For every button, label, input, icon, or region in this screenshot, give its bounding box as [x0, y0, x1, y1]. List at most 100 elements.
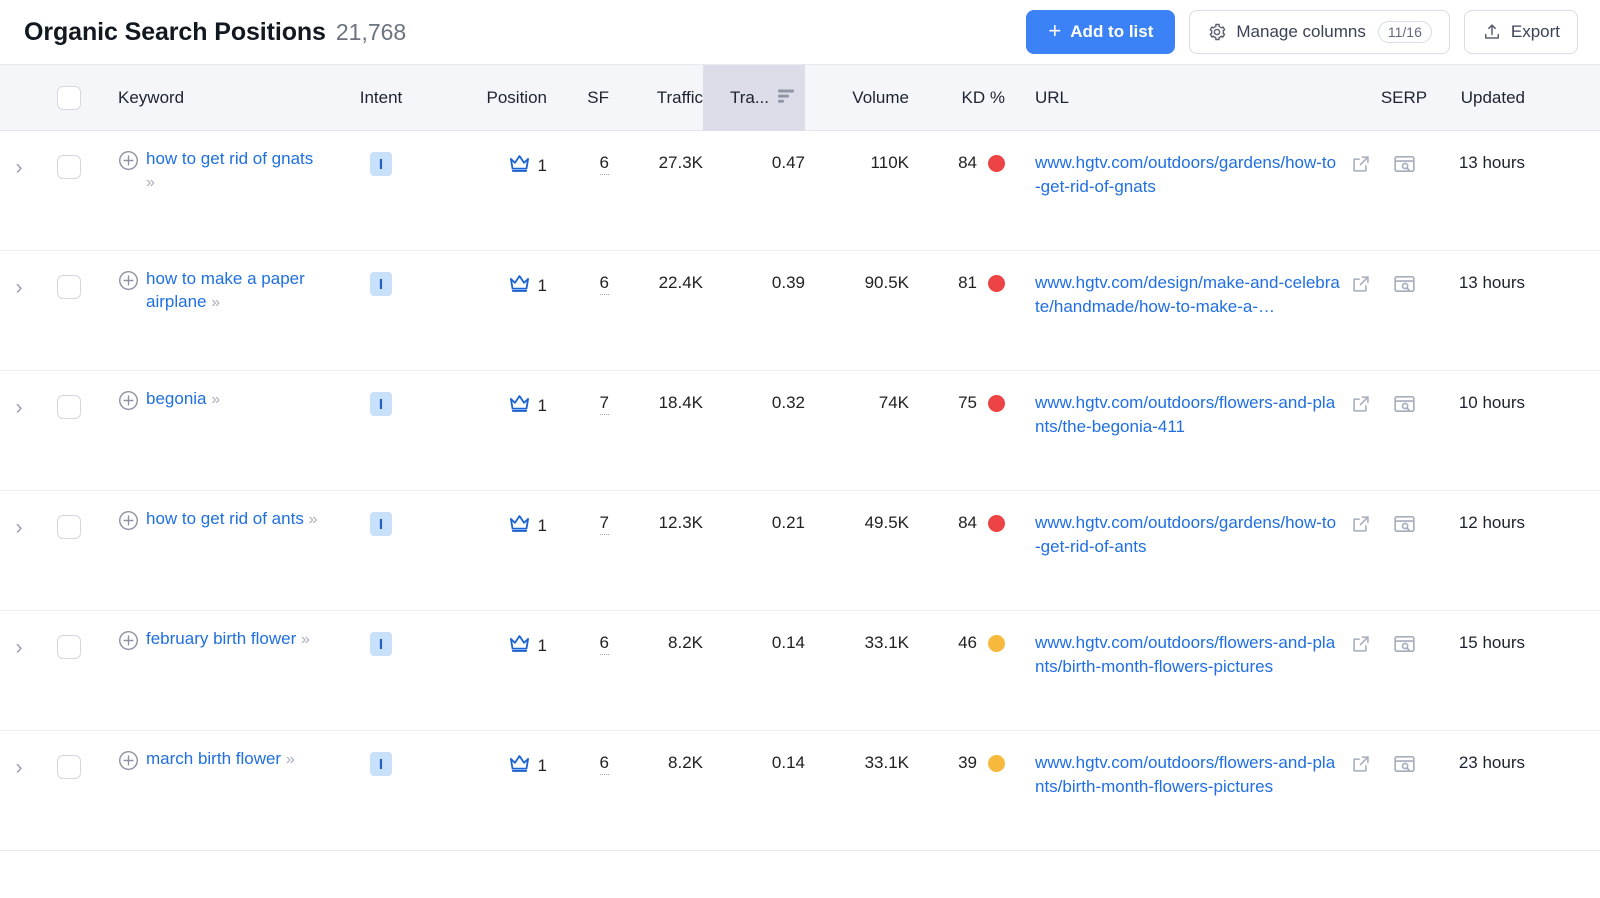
sf-value[interactable]: 7 — [599, 513, 609, 535]
url-link[interactable]: www.hgtv.com/design/make-and-celebrate/h… — [1035, 271, 1341, 319]
column-header-updated[interactable]: Updated — [1437, 88, 1545, 108]
keyword-link[interactable]: how to get rid of gnats — [146, 149, 313, 168]
kd-cell: 75 — [909, 387, 1021, 490]
row-select-cell — [38, 147, 100, 250]
intent-badge[interactable]: I — [370, 512, 392, 536]
external-link-icon[interactable] — [1351, 274, 1371, 299]
intent-badge[interactable]: I — [370, 752, 392, 776]
url-link[interactable]: www.hgtv.com/outdoors/flowers-and-plants… — [1035, 751, 1341, 799]
keyword-details-icon[interactable]: » — [211, 294, 220, 311]
keyword-link[interactable]: how to make a paper airplane — [146, 269, 305, 311]
row-checkbox[interactable] — [57, 515, 81, 539]
traffic-value: 22.4K — [658, 273, 703, 292]
external-link-icon[interactable] — [1351, 754, 1371, 779]
table-row[interactable]: › how to make a paper airplane » I 1 6 2… — [0, 251, 1600, 371]
keyword-link[interactable]: begonia — [146, 389, 207, 408]
volume-cell: 90.5K — [805, 267, 909, 370]
add-to-list-button[interactable]: + Add to list — [1026, 10, 1176, 54]
sf-value[interactable]: 6 — [599, 633, 609, 655]
keyword-details-icon[interactable]: » — [309, 511, 318, 528]
column-header-serp[interactable]: SERP — [1371, 88, 1437, 108]
intent-badge[interactable]: I — [370, 392, 392, 416]
volume-value: 90.5K — [864, 273, 909, 292]
expand-row-icon[interactable]: › — [16, 637, 23, 730]
column-header-kd[interactable]: KD % — [909, 88, 1021, 108]
export-button[interactable]: Export — [1463, 10, 1578, 54]
view-serp-icon[interactable] — [1393, 634, 1416, 730]
view-serp-icon[interactable] — [1393, 754, 1416, 850]
column-header-keyword[interactable]: Keyword — [100, 88, 320, 108]
traffic-percent-value: 0.14 — [771, 633, 805, 652]
keyword-details-icon[interactable]: » — [286, 751, 295, 768]
results-count: 21,768 — [335, 18, 407, 45]
url-link[interactable]: www.hgtv.com/outdoors/flowers-and-plants… — [1035, 631, 1341, 679]
table-row[interactable]: › february birth flower » I 1 6 8.2K 0.1… — [0, 611, 1600, 731]
updated-value: 13 hours — [1458, 273, 1525, 292]
expand-row-icon[interactable]: › — [16, 277, 23, 370]
traffic-percent-value: 0.14 — [771, 753, 805, 772]
add-keyword-icon[interactable] — [118, 630, 139, 651]
column-header-intent[interactable]: Intent — [320, 88, 442, 108]
page-toolbar: Organic Search Positions 21,768 + Add to… — [0, 0, 1600, 64]
gear-icon — [1207, 22, 1227, 42]
traffic-percent-value: 0.39 — [771, 273, 805, 292]
url-link[interactable]: www.hgtv.com/outdoors/flowers-and-plants… — [1035, 391, 1341, 439]
view-serp-icon[interactable] — [1393, 394, 1416, 490]
view-serp-icon[interactable] — [1393, 154, 1416, 250]
expand-row-icon[interactable]: › — [16, 397, 23, 490]
keyword-details-icon[interactable]: » — [146, 174, 155, 191]
row-checkbox[interactable] — [57, 275, 81, 299]
sf-value[interactable]: 6 — [599, 153, 609, 175]
keyword-link[interactable]: march birth flower — [146, 749, 281, 768]
external-link-icon[interactable] — [1351, 634, 1371, 659]
column-header-sf[interactable]: SF — [547, 88, 609, 108]
column-header-url[interactable]: URL — [1021, 88, 1371, 108]
keyword-link[interactable]: how to get rid of ants — [146, 509, 304, 528]
external-link-icon[interactable] — [1351, 394, 1371, 419]
table-row[interactable]: › how to get rid of ants » I 1 7 12.3K 0… — [0, 491, 1600, 611]
column-header-position[interactable]: Position — [442, 88, 547, 108]
external-link-icon[interactable] — [1351, 154, 1371, 179]
column-header-traffic-percent[interactable]: Tra... — [703, 65, 805, 131]
add-keyword-icon[interactable] — [118, 390, 139, 411]
external-link-icon[interactable] — [1351, 514, 1371, 539]
row-checkbox[interactable] — [57, 395, 81, 419]
expand-row-icon[interactable]: › — [16, 517, 23, 610]
row-checkbox[interactable] — [57, 155, 81, 179]
intent-badge[interactable]: I — [370, 632, 392, 656]
keyword-details-icon[interactable]: » — [301, 631, 310, 648]
table-row[interactable]: › how to get rid of gnats » I 1 6 27.3K … — [0, 131, 1600, 251]
add-keyword-icon[interactable] — [118, 270, 139, 291]
row-checkbox[interactable] — [57, 755, 81, 779]
manage-columns-button[interactable]: Manage columns 11/16 — [1189, 10, 1450, 54]
table-row[interactable]: › march birth flower » I 1 6 8.2K 0.14 3… — [0, 731, 1600, 851]
add-keyword-icon[interactable] — [118, 750, 139, 771]
url-link[interactable]: www.hgtv.com/outdoors/gardens/how-to-get… — [1035, 151, 1341, 199]
keyword-details-icon[interactable]: » — [211, 391, 220, 408]
intent-badge[interactable]: I — [370, 272, 392, 296]
view-serp-icon[interactable] — [1393, 514, 1416, 610]
expand-row-icon[interactable]: › — [16, 757, 23, 850]
sf-value[interactable]: 7 — [599, 393, 609, 415]
add-keyword-icon[interactable] — [118, 150, 139, 171]
view-serp-icon[interactable] — [1393, 274, 1416, 370]
select-all-checkbox[interactable] — [57, 85, 81, 110]
keyword-link[interactable]: february birth flower — [146, 629, 296, 648]
row-select-cell — [38, 747, 100, 850]
add-keyword-icon[interactable] — [118, 510, 139, 531]
column-header-traffic[interactable]: Traffic — [609, 88, 703, 108]
table-header-row: Keyword Intent Position SF Traffic Tra..… — [0, 65, 1600, 131]
intent-badge[interactable]: I — [370, 152, 392, 176]
sf-value[interactable]: 6 — [599, 753, 609, 775]
column-header-volume[interactable]: Volume — [805, 88, 909, 108]
sf-value[interactable]: 6 — [599, 273, 609, 295]
position-cell: 1 — [442, 747, 547, 850]
row-checkbox[interactable] — [57, 635, 81, 659]
traffic-value: 12.3K — [658, 513, 703, 532]
table-row[interactable]: › begonia » I 1 7 18.4K 0.32 74K 75 www.… — [0, 371, 1600, 491]
url-cell: www.hgtv.com/outdoors/gardens/how-to-get… — [1021, 147, 1371, 250]
expand-row-icon[interactable]: › — [16, 157, 23, 250]
keyword-cell: how to get rid of gnats » — [100, 147, 320, 250]
url-link[interactable]: www.hgtv.com/outdoors/gardens/how-to-get… — [1035, 511, 1341, 559]
row-expand-cell: › — [0, 387, 38, 490]
